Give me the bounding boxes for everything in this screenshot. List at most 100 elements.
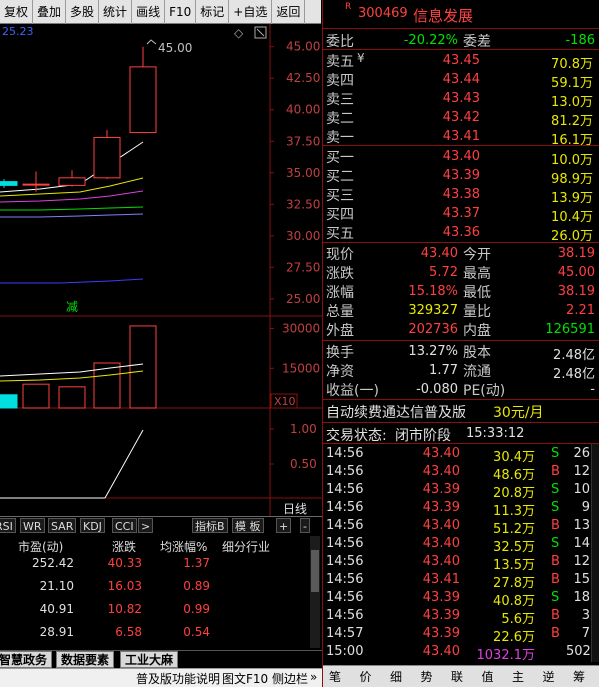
detail-tab-7[interactable]: 逆: [543, 668, 555, 685]
tick-time: 14:56: [326, 446, 364, 461]
candle-body[interactable]: [0, 181, 18, 186]
tick-row: 14:56 43.39 11.3万 S 9: [323, 500, 591, 519]
detail-tab-0[interactable]: 笔: [329, 668, 341, 685]
toolbar-button-1[interactable]: 叠加: [33, 0, 67, 24]
tab-data-elements[interactable]: 数据要素: [56, 651, 115, 668]
detail-tab-3[interactable]: 势: [421, 668, 433, 685]
tick-side: B: [551, 572, 560, 587]
close-icon[interactable]: [256, 28, 265, 37]
expand-arrows-icon[interactable]: »: [310, 670, 317, 684]
detail-tab-5[interactable]: 值: [482, 668, 494, 685]
tick-time: 14:56: [326, 554, 364, 569]
table-scrollbar[interactable]: [310, 536, 320, 648]
sell-row[interactable]: 卖二 43.42 81.2万: [323, 110, 599, 129]
f10-tab[interactable]: 图文F10: [222, 670, 268, 687]
buy-label: 买二: [326, 169, 354, 185]
indicator-tab-wr[interactable]: WR: [20, 518, 45, 533]
buy-row[interactable]: 买一 43.40 10.0万: [323, 149, 599, 168]
tick-time: 14:56: [326, 500, 364, 515]
toolbar-button-2[interactable]: 多股: [66, 0, 100, 24]
quote-value: 2.21: [566, 303, 595, 318]
toolbar-button-3[interactable]: 统计: [99, 0, 133, 24]
volume-bar[interactable]: [129, 325, 157, 409]
sell-volume: 70.8万: [551, 57, 593, 72]
row-pe: 21.10: [39, 579, 74, 593]
detail-tab-1[interactable]: 价: [360, 668, 372, 685]
indicator-tool-2[interactable]: +: [276, 518, 292, 533]
tab-industrial-hemp[interactable]: 工业大麻: [120, 651, 179, 668]
tick-side: S: [551, 446, 560, 461]
sell-row[interactable]: 卖四 43.44 59.1万: [323, 72, 599, 91]
toolbar-button-4[interactable]: 画线: [132, 0, 166, 24]
tick-list: 14:56 43.40 30.4万 S 26 14:56 43.40 48.6万 B 12 14:5…: [323, 444, 599, 663]
volume-bar[interactable]: [22, 383, 50, 409]
scrollbar-thumb[interactable]: [311, 550, 319, 592]
kline-chart[interactable]: 25.23 45.00 42.50 40.00 37.50 35.00 32.50 30.00…: [0, 24, 322, 517]
volume-bar[interactable]: [0, 394, 18, 409]
tick-volume: 13.5万: [493, 558, 535, 573]
ma-line-5: [0, 278, 144, 284]
indicator-tab-sar[interactable]: SAR: [48, 518, 77, 533]
indicator-tab-rsi[interactable]: RSI: [0, 518, 16, 533]
tick-side: B: [551, 626, 560, 641]
col-header-pe[interactable]: 市盈(动): [18, 538, 63, 555]
sell-row[interactable]: 卖五 ¥43.45 70.8万: [323, 51, 599, 72]
row-change: 16.03: [107, 579, 142, 593]
toolbar-button-5[interactable]: F10: [165, 0, 197, 24]
col-header-industry[interactable]: 细分行业: [222, 538, 270, 555]
candle-body[interactable]: [129, 66, 157, 134]
quote-value: 43.40: [420, 246, 458, 261]
ma-line-3: [0, 206, 144, 211]
high-price-label: 45.00: [158, 41, 192, 55]
status-bar: 普及版功能说明 图文F10 侧边栏 »: [0, 668, 322, 687]
buy-row[interactable]: 买三 43.38 13.9万: [323, 187, 599, 206]
detail-tab-8[interactable]: 筹: [573, 668, 585, 685]
toolbar-button-0[interactable]: 复权: [0, 0, 34, 24]
tab-smart-gov[interactable]: 智慧政务: [0, 651, 53, 668]
diamond-icon[interactable]: ◇: [234, 26, 244, 40]
toolbar-button-6[interactable]: 标记: [196, 0, 230, 24]
quote-label: 总量: [326, 304, 354, 320]
ma-line-4: [0, 213, 144, 218]
tick-row: 14:56 43.41 27.8万 B 15: [323, 572, 591, 591]
feature-help-link[interactable]: 普及版功能说明: [136, 670, 220, 687]
indicator-line: [104, 429, 144, 499]
promo-price[interactable]: 30元/月: [493, 402, 544, 422]
indicator-tool-3[interactable]: -: [300, 518, 310, 533]
candle-body[interactable]: [22, 183, 50, 186]
promo-text[interactable]: 自动续费通达信普及版: [326, 402, 466, 422]
indicator-tab-kdj[interactable]: KDJ: [80, 518, 105, 533]
sidebar-tab[interactable]: 侧边栏: [272, 670, 308, 687]
col-header-avg-change[interactable]: 均涨幅%: [160, 538, 207, 555]
more-indicators-button[interactable]: >: [138, 518, 154, 533]
period-label[interactable]: 日线: [283, 502, 307, 516]
fund-label: PE(动): [463, 383, 506, 399]
sell-label: 卖三: [326, 92, 354, 108]
buy-row[interactable]: 买四 43.37 10.4万: [323, 206, 599, 225]
quote-panel: R 300469 信息发展 委比 -20.22% 委差 -186 卖五 ¥43.4…: [322, 0, 599, 687]
buy-volume: 13.9万: [551, 191, 593, 206]
candle-body[interactable]: [58, 177, 86, 186]
detail-tab-4[interactable]: 联: [451, 668, 463, 685]
sell-row[interactable]: 卖三 43.43 13.0万: [323, 91, 599, 110]
fundamentals: 换手 13.27% 股本 2.48亿 净资 1.77 流通 2.48亿 收益(一) -0.080 P…: [323, 341, 599, 399]
toolbar-button-7[interactable]: +自选: [229, 0, 273, 24]
row-pe: 40.91: [39, 602, 74, 616]
detail-tab-2[interactable]: 细: [390, 668, 402, 685]
price-axis-label: 42.50: [286, 71, 320, 85]
tick-count: 12: [573, 554, 590, 569]
tick-count: 26: [573, 446, 590, 461]
sell-volume: 13.0万: [551, 95, 593, 110]
indicator-tool-1[interactable]: 模 板: [232, 518, 264, 533]
buy-row[interactable]: 买二 43.39 98.9万: [323, 168, 599, 187]
tick-scrollbar[interactable]: [591, 444, 599, 662]
candle-body[interactable]: [93, 136, 121, 179]
volume-bar[interactable]: [58, 386, 86, 409]
toolbar-button-8[interactable]: 返回: [272, 0, 306, 24]
col-header-change[interactable]: 涨跌: [112, 538, 136, 555]
indicator-tab-cci[interactable]: CCI: [112, 518, 137, 533]
fund-value: 13.27%: [408, 344, 458, 359]
promo-bar[interactable]: 自动续费通达信普及版 30元/月: [323, 400, 599, 422]
indicator-tool-0[interactable]: 指标B: [192, 518, 228, 533]
detail-tab-6[interactable]: 主: [512, 668, 524, 685]
